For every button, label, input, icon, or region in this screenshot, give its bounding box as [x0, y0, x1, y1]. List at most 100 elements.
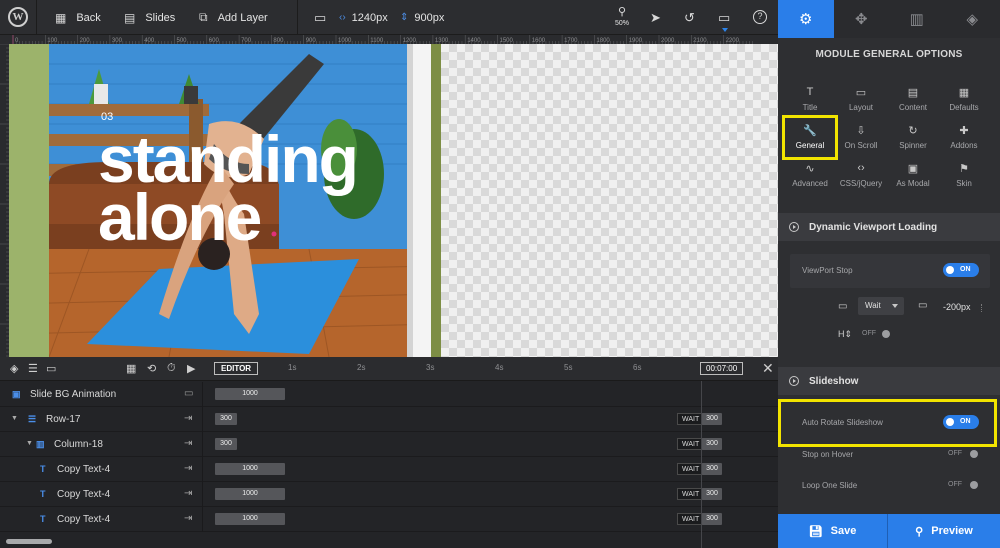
cursor-icon[interactable]: ➤: [650, 10, 661, 26]
wait-duration[interactable]: 300: [702, 413, 722, 425]
collapse-icon[interactable]: ▼: [11, 415, 18, 422]
module-content[interactable]: ▤ Content: [887, 86, 939, 112]
play-icon: [789, 376, 799, 386]
width-value: 1240px: [351, 11, 388, 24]
drag-handle-icon[interactable]: [981, 304, 984, 312]
height-arrows-icon: ⇕: [400, 12, 409, 23]
viewport-stop-toggle[interactable]: ON: [943, 263, 979, 277]
editor-badge[interactable]: EDITOR: [214, 362, 259, 375]
module-advanced[interactable]: ∿ Advanced: [784, 162, 836, 188]
offset-value[interactable]: -200px: [943, 302, 971, 312]
vertical-ruler-ticks: [0, 43, 9, 357]
wordpress-icon[interactable]: W: [8, 7, 28, 27]
slideshow-header[interactable]: Slideshow: [778, 367, 1000, 395]
section-title: Dynamic Viewport Loading: [809, 221, 938, 233]
advanced-icon: ∿: [805, 163, 815, 175]
module-label: As Modal: [896, 179, 930, 188]
wait-duration[interactable]: 300: [702, 438, 722, 450]
arrow-right-icon[interactable]: ⇥: [184, 463, 192, 474]
duration-bar[interactable]: 1000: [215, 463, 285, 475]
wait-duration[interactable]: 300: [702, 513, 722, 525]
loop-one-slide-toggle[interactable]: OFF: [948, 479, 980, 491]
gear-icon[interactable]: ⚙: [778, 0, 834, 38]
add-layer-button[interactable]: ⧉ Add Layer: [199, 0, 268, 35]
width-field[interactable]: ‹› 1240px: [339, 0, 388, 35]
folder-icon[interactable]: ▭: [46, 362, 56, 375]
collapse-icon[interactable]: ▼: [26, 440, 33, 447]
time-mark: 5s: [564, 363, 573, 372]
total-time[interactable]: 00:07:00: [700, 362, 744, 375]
duration-bar[interactable]: 300: [215, 413, 237, 425]
slide-headline[interactable]: standing alone: [98, 126, 359, 250]
image-placeholder-icon[interactable]: ▭: [184, 388, 193, 399]
timeline-row[interactable]: T Copy Text-4 ⇥ 1000 WAIT 300: [0, 457, 778, 482]
search-icon: ⚲: [915, 525, 924, 538]
timeline-scrollbar[interactable]: [6, 539, 52, 544]
zoom-control[interactable]: ⚲ 50%: [612, 7, 632, 28]
list-icon[interactable]: ☰: [28, 362, 38, 375]
timeline-row[interactable]: ▼ ▥ Column-18 ⇥ 300 WAIT 300: [0, 432, 778, 457]
secondary-toggle[interactable]: OFF: [862, 328, 892, 340]
chevron-down-icon: [892, 304, 898, 308]
viewport-stop-row: ViewPort Stop ON: [790, 254, 990, 288]
arrow-right-icon[interactable]: ⇥: [184, 413, 192, 424]
slides-grid-icon[interactable]: ▥: [889, 0, 945, 38]
grid-icon: ▦: [55, 10, 67, 25]
timeline-end-marker[interactable]: [701, 381, 702, 548]
slide-canvas[interactable]: 03 standing alone: [9, 44, 778, 357]
timeline-row[interactable]: T Copy Text-4 ⇥ 1000 WAIT 300: [0, 507, 778, 532]
duration-bar[interactable]: 300: [215, 438, 237, 450]
move-icon[interactable]: ✥: [834, 0, 890, 38]
height-field[interactable]: ⇕ 900px: [400, 0, 444, 35]
module-as-modal[interactable]: ▣ As Modal: [887, 162, 939, 188]
duration-bar[interactable]: 1000: [215, 488, 285, 500]
duration-bar[interactable]: 1000: [215, 513, 285, 525]
add-layer-label: Add Layer: [217, 11, 268, 24]
desktop-icon[interactable]: ▭: [718, 10, 730, 26]
module-on-scroll[interactable]: ⇩ On Scroll: [835, 124, 887, 150]
grid-snap-icon[interactable]: ▦: [126, 362, 136, 375]
row-divider: [202, 407, 203, 432]
dynamic-viewport-header[interactable]: Dynamic Viewport Loading: [778, 213, 1000, 241]
help-icon[interactable]: ?: [753, 10, 767, 24]
module-spinner[interactable]: ↻ Spinner: [887, 124, 939, 150]
module-label: Defaults: [949, 103, 979, 112]
slides-button[interactable]: ▤ Slides: [124, 0, 175, 35]
module-addons[interactable]: ✚ Addons: [938, 124, 990, 150]
device-monitor-button[interactable]: ▭: [314, 0, 336, 35]
module-skin[interactable]: ⚑ Skin: [938, 162, 990, 188]
text-icon: T: [40, 464, 46, 474]
module-label: Title: [802, 103, 818, 112]
timeline-panel: ◈ ☰ ▭ ▦ ⟲ ⏱ ▶ EDITOR 1s 2s 3s 4s 5s 6s 0…: [0, 357, 778, 548]
timer-icon[interactable]: ⏱: [167, 362, 176, 375]
timeline-row[interactable]: ▼ ☰ Row-17 ⇥ 300 WAIT 300: [0, 407, 778, 432]
close-icon[interactable]: ✕: [762, 360, 774, 377]
wait-duration[interactable]: 300: [702, 463, 722, 475]
loop-icon[interactable]: ⟲: [147, 362, 156, 375]
layers-icon[interactable]: ◈: [945, 0, 1000, 38]
stop-on-hover-toggle[interactable]: OFF: [948, 448, 980, 460]
duration-bar[interactable]: 1000: [215, 388, 285, 400]
module-css-jquery[interactable]: ‹› CSS/jQuery: [835, 162, 887, 188]
arrow-right-icon[interactable]: ⇥: [184, 513, 192, 524]
module-defaults[interactable]: ▦ Defaults: [938, 86, 990, 112]
preview-button[interactable]: ⚲ Preview: [888, 514, 1000, 548]
vertical-ruler: [0, 43, 9, 357]
puzzle-icon: ✚: [959, 125, 969, 137]
timeline-row[interactable]: T Copy Text-4 ⇥ 1000 WAIT 300: [0, 482, 778, 507]
panel-tabs: ⚙ ✥ ▥ ◈: [778, 0, 1000, 38]
wait-select[interactable]: Wait: [858, 297, 904, 315]
layers-icon[interactable]: ◈: [10, 362, 18, 375]
module-title[interactable]: T Title: [784, 86, 836, 112]
timeline-row[interactable]: ▣ Slide BG Animation ▭ 1000: [0, 382, 778, 407]
back-button[interactable]: ▦ Back: [55, 0, 101, 35]
module-layout[interactable]: ▭ Layout: [835, 86, 887, 112]
wait-duration[interactable]: 300: [702, 488, 722, 500]
toolbar-divider: [297, 0, 298, 35]
arrow-right-icon[interactable]: ⇥: [184, 438, 192, 449]
undo-icon[interactable]: ↺: [684, 10, 695, 26]
arrow-right-icon[interactable]: ⇥: [184, 488, 192, 499]
save-button[interactable]: 💾︎ Save: [778, 514, 888, 548]
play-icon[interactable]: ▶: [187, 362, 195, 375]
column-icon: ▥: [36, 439, 45, 449]
